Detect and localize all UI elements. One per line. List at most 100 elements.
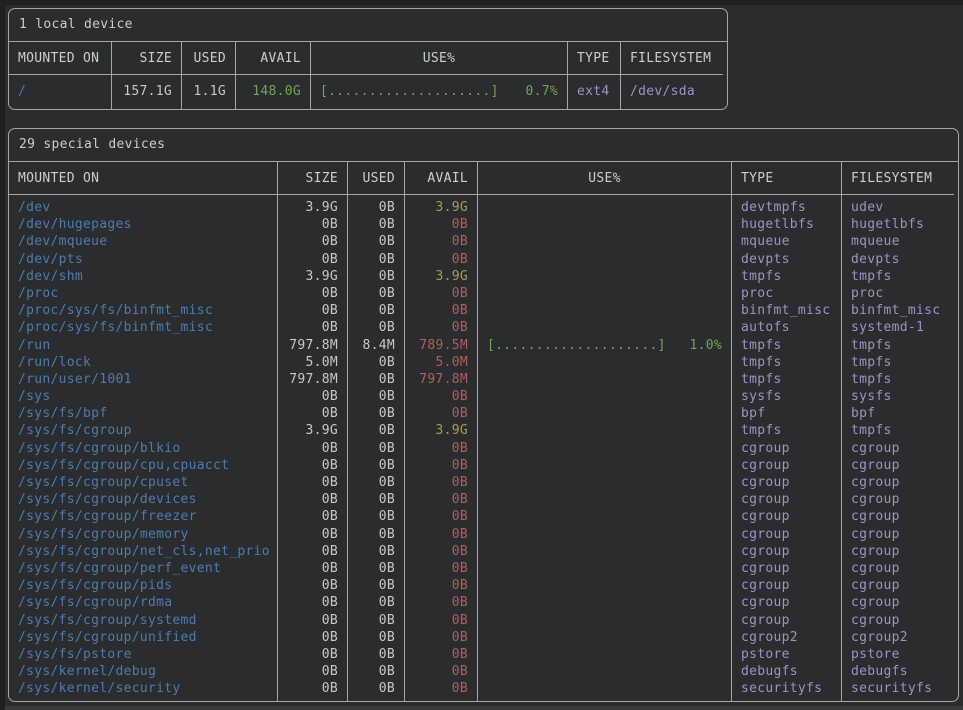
mount-point: /dev/mqueue [18, 233, 268, 250]
filesystem-value: cgroup [851, 440, 945, 457]
usage-bar [487, 216, 722, 233]
filesystem-value: tmpfs [851, 354, 945, 371]
col-header-type-value: TYPE [732, 162, 842, 195]
filesystem-value-column: /dev/sda [621, 75, 723, 109]
avail-value: 0B [414, 526, 468, 543]
usage-bar-track: [....................] [320, 83, 499, 100]
used-value: 0B [357, 612, 395, 629]
size-value-column: 3.9G0B0B0B3.9G0B0B0B797.8M5.0M797.8M0B0B… [278, 195, 348, 701]
size-value: 0B [287, 594, 338, 611]
avail-value: 3.9G [414, 199, 468, 216]
usage-bar: [....................]1.0% [487, 337, 722, 354]
size-value: 0B [287, 680, 338, 697]
usage-bar [487, 251, 722, 268]
size-value: 0B [287, 216, 338, 233]
avail-value: 0B [414, 388, 468, 405]
mount-point: /dev/shm [18, 268, 268, 285]
special-table-grid: MOUNTED ONSIZEUSEDAVAILUSE%TYPEFILESYSTE… [9, 162, 958, 701]
filesystem-value: cgroup [851, 491, 945, 508]
avail-value: 0B [414, 508, 468, 525]
filesystem-value: udev [851, 199, 945, 216]
avail-value: 789.5M [414, 337, 468, 354]
col-header-used-value: USED [348, 162, 405, 195]
size-value: 0B [287, 285, 338, 302]
used-value-column: 1.1G [182, 75, 236, 109]
special-table-title: 29 special devices [9, 129, 958, 162]
used-value: 0B [357, 508, 395, 525]
type-value: autofs [741, 319, 832, 336]
mount-point: /proc [18, 285, 268, 302]
used-value: 0B [357, 577, 395, 594]
type-value-column: devtmpfshugetlbfsmqueuedevptstmpfsprocbi… [732, 195, 842, 701]
type-value: tmpfs [741, 354, 832, 371]
filesystem-value: pstore [851, 646, 945, 663]
type-value: devpts [741, 251, 832, 268]
type-value: ext4 [577, 83, 611, 100]
filesystem-value: bpf [851, 405, 945, 422]
filesystem-value: devpts [851, 251, 945, 268]
avail-value: 0B [414, 319, 468, 336]
filesystem-value: systemd-1 [851, 319, 945, 336]
avail-value: 148.0G [245, 83, 301, 100]
mount-point: /sys/fs/cgroup/blkio [18, 440, 268, 457]
type-value: tmpfs [741, 371, 832, 388]
mount-point: /sys/fs/cgroup/rdma [18, 594, 268, 611]
usage-bar [487, 526, 722, 543]
usage-bar [487, 457, 722, 474]
used-value: 1.1G [191, 83, 226, 100]
type-value: cgroup [741, 526, 832, 543]
type-value: tmpfs [741, 337, 832, 354]
size-value: 0B [287, 526, 338, 543]
mount-point: /sys/fs/cgroup/pids [18, 577, 268, 594]
terminal-screen: { "colors": { "background": "#2a2c2d", "… [0, 0, 963, 710]
usage-bar-column: [....................]1.0% [478, 195, 732, 701]
used-value: 0B [357, 319, 395, 336]
col-header-used-value: USED [182, 42, 236, 75]
mount-point: /sys/fs/cgroup/perf_event [18, 560, 268, 577]
avail-value: 0B [414, 216, 468, 233]
type-value: tmpfs [741, 422, 832, 439]
type-value: tmpfs [741, 268, 832, 285]
usage-bar [487, 560, 722, 577]
usage-bar [487, 388, 722, 405]
size-value: 0B [287, 663, 338, 680]
col-header-type-value: TYPE [568, 42, 621, 75]
filesystem-value: tmpfs [851, 337, 945, 354]
usage-bar [487, 422, 722, 439]
type-value: cgroup [741, 491, 832, 508]
avail-value: 0B [414, 440, 468, 457]
used-value: 8.4M [357, 337, 395, 354]
size-value: 797.8M [287, 371, 338, 388]
used-value: 0B [357, 405, 395, 422]
usage-bar [487, 474, 722, 491]
filesystem-value: proc [851, 285, 945, 302]
size-value: 0B [287, 508, 338, 525]
usage-bar [487, 354, 722, 371]
usage-bar [487, 680, 722, 697]
used-value: 0B [357, 680, 395, 697]
type-value: devtmpfs [741, 199, 832, 216]
usage-bar [487, 577, 722, 594]
col-header-size-value: SIZE [112, 42, 182, 75]
avail-value: 3.9G [414, 422, 468, 439]
mount-point: /sys/fs/cgroup/net_cls,net_prio [18, 543, 268, 560]
usage-bar [487, 663, 722, 680]
usage-bar [487, 319, 722, 336]
mount-point: /sys/fs/cgroup/memory [18, 526, 268, 543]
size-value: 0B [287, 233, 338, 250]
type-value: debugfs [741, 663, 832, 680]
mount-point-column: /dev/dev/hugepages/dev/mqueue/dev/pts/de… [9, 195, 278, 701]
usage-bar [487, 371, 722, 388]
usage-bar [487, 440, 722, 457]
usage-bar [487, 629, 722, 646]
usage-bar [487, 612, 722, 629]
used-value: 0B [357, 251, 395, 268]
size-value: 0B [287, 612, 338, 629]
type-value: cgroup [741, 543, 832, 560]
mount-point: /sys/fs/cgroup/devices [18, 491, 268, 508]
usage-bar-track: [....................] [487, 337, 666, 354]
size-value: 0B [287, 319, 338, 336]
size-value: 0B [287, 474, 338, 491]
used-value: 0B [357, 491, 395, 508]
avail-value: 3.9G [414, 268, 468, 285]
